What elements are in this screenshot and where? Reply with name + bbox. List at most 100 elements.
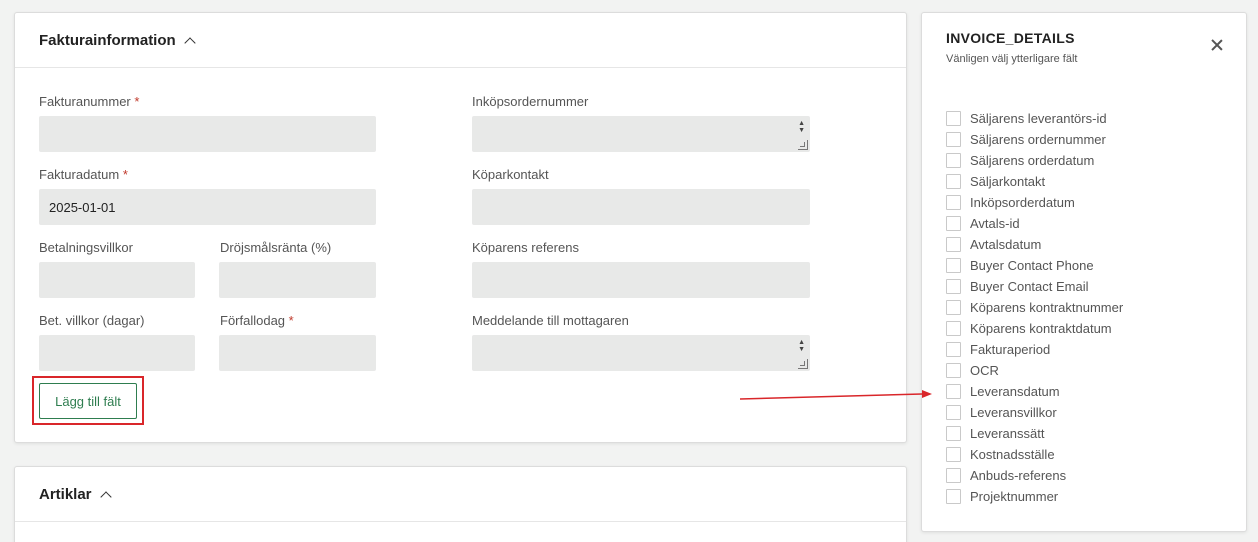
option-checkbox[interactable]	[946, 195, 961, 210]
field-option[interactable]: Säljarens orderdatum	[946, 150, 1123, 171]
articles-title: Artiklar	[39, 485, 92, 503]
option-checkbox[interactable]	[946, 111, 961, 126]
required-marker: *	[122, 167, 128, 182]
purchase-order-number-label: Inköpsordernummer	[472, 94, 589, 109]
late-interest-label: Dröjsmålsränta (%)	[220, 240, 332, 255]
option-label: Leveranssätt	[970, 426, 1045, 441]
option-checkbox[interactable]	[946, 363, 961, 378]
option-checkbox[interactable]	[946, 384, 961, 399]
buyer-reference-label: Köparens referens	[472, 240, 579, 255]
field-option[interactable]: Avtalsdatum	[946, 234, 1123, 255]
option-checkbox[interactable]	[946, 237, 961, 252]
field-option[interactable]: Fakturaperiod	[946, 339, 1123, 360]
resize-handle-icon[interactable]	[798, 359, 808, 369]
field-option[interactable]: Säljarens ordernummer	[946, 129, 1123, 150]
option-label: Leveransdatum	[970, 384, 1060, 399]
field-option[interactable]: Kostnadsställe	[946, 444, 1123, 465]
option-label: Säljarkontakt	[970, 174, 1046, 189]
invoice-number-label: Fakturanummer *	[39, 94, 139, 109]
field-option[interactable]: Buyer Contact Phone	[946, 255, 1123, 276]
articles-card: Artiklar	[14, 466, 907, 542]
option-checkbox[interactable]	[946, 258, 961, 273]
buyer-contact-input[interactable]	[472, 189, 810, 225]
invoice-date-input[interactable]	[39, 189, 376, 225]
option-checkbox[interactable]	[946, 489, 961, 504]
option-checkbox[interactable]	[946, 321, 961, 336]
option-label: Avtalsdatum	[970, 237, 1042, 252]
option-checkbox[interactable]	[946, 342, 961, 357]
field-option[interactable]: Leveransdatum	[946, 381, 1123, 402]
option-label: Buyer Contact Phone	[970, 258, 1094, 273]
option-label: Leveransvillkor	[970, 405, 1057, 420]
buyer-reference-input[interactable]	[472, 262, 810, 298]
option-label: Säljarens orderdatum	[970, 153, 1095, 168]
panel-title: INVOICE_DETAILS	[946, 30, 1075, 46]
field-option[interactable]: Leveransvillkor	[946, 402, 1123, 423]
field-option[interactable]: Anbuds-referens	[946, 465, 1123, 486]
option-label: Avtals-id	[970, 216, 1020, 231]
option-label: Kostnadsställe	[970, 447, 1055, 462]
payment-terms-label: Betalningsvillkor	[39, 240, 133, 255]
option-checkbox[interactable]	[946, 405, 961, 420]
option-checkbox[interactable]	[946, 132, 961, 147]
option-label: OCR	[970, 363, 999, 378]
buyer-contact-label: Köparkontakt	[472, 167, 549, 182]
option-label: Anbuds-referens	[970, 468, 1067, 483]
required-marker: *	[288, 313, 294, 328]
field-option[interactable]: Buyer Contact Email	[946, 276, 1123, 297]
option-checkbox[interactable]	[946, 153, 961, 168]
invoice-number-label-text: Fakturanummer	[39, 94, 131, 109]
field-options-list: Säljarens leverantörs-id Säljarens ordern…	[946, 108, 1123, 507]
message-to-recipient-label: Meddelande till mottagaren	[472, 313, 629, 328]
option-label: Säljarens leverantörs-id	[970, 111, 1107, 126]
spinner-icon[interactable]: ▲ ▼	[798, 339, 805, 353]
option-checkbox[interactable]	[946, 447, 961, 462]
option-checkbox[interactable]	[946, 426, 961, 441]
field-option[interactable]: Inköpsorderdatum	[946, 192, 1123, 213]
invoice-info-title: Fakturainformation	[39, 31, 176, 49]
due-date-label-text: Förfallodag	[220, 313, 286, 328]
option-label: Buyer Contact Email	[970, 279, 1089, 294]
chevron-up-icon[interactable]	[99, 490, 112, 503]
option-checkbox[interactable]	[946, 468, 961, 483]
option-label: Projektnummer	[970, 489, 1059, 504]
resize-handle-icon[interactable]	[798, 140, 808, 150]
field-option[interactable]: Säljarens leverantörs-id	[946, 108, 1123, 129]
option-checkbox[interactable]	[946, 216, 961, 231]
option-label: Inköpsorderdatum	[970, 195, 1075, 210]
option-label: Köparens kontraktnummer	[970, 300, 1124, 315]
spinner-icon[interactable]: ▲ ▼	[798, 120, 805, 134]
articles-header[interactable]: Artiklar	[15, 467, 906, 522]
option-label: Köparens kontraktdatum	[970, 321, 1112, 336]
chevron-up-icon[interactable]	[184, 36, 196, 49]
late-interest-input[interactable]	[219, 262, 376, 298]
close-icon[interactable]	[1209, 37, 1225, 53]
field-option[interactable]: Avtals-id	[946, 213, 1123, 234]
invoice-info-header[interactable]: Fakturainformation	[15, 13, 906, 68]
add-field-button[interactable]: Lägg till fält	[39, 383, 137, 419]
field-option[interactable]: Köparens kontraktnummer	[946, 297, 1123, 318]
due-date-input[interactable]	[219, 335, 376, 371]
option-checkbox[interactable]	[946, 174, 961, 189]
invoice-date-label: Fakturadatum *	[39, 167, 128, 182]
due-date-label: Förfallodag *	[220, 313, 294, 328]
invoice-date-label-text: Fakturadatum	[39, 167, 120, 182]
purchase-order-number-input[interactable]: ▲ ▼	[472, 116, 810, 152]
option-checkbox[interactable]	[946, 300, 961, 315]
required-marker: *	[134, 94, 140, 109]
message-to-recipient-input[interactable]: ▲ ▼	[472, 335, 810, 371]
panel-subtitle: Vänligen välj ytterligare fält	[946, 53, 1078, 65]
invoice-number-input[interactable]	[39, 116, 376, 152]
option-label: Säljarens ordernummer	[970, 132, 1106, 147]
payment-terms-input[interactable]	[39, 262, 195, 298]
payment-terms-days-label: Bet. villkor (dagar)	[39, 313, 145, 328]
invoice-info-card: Fakturainformation	[14, 12, 907, 443]
field-option[interactable]: Säljarkontakt	[946, 171, 1123, 192]
payment-terms-days-input[interactable]	[39, 335, 195, 371]
field-option[interactable]: Köparens kontraktdatum	[946, 318, 1123, 339]
option-checkbox[interactable]	[946, 279, 961, 294]
field-option[interactable]: OCR	[946, 360, 1123, 381]
option-label: Fakturaperiod	[970, 342, 1051, 357]
field-option[interactable]: Projektnummer	[946, 486, 1123, 507]
field-option[interactable]: Leveranssätt	[946, 423, 1123, 444]
